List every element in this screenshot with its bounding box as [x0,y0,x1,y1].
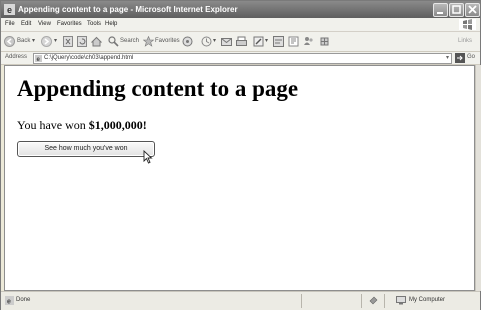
browser-window: e Appending content to a page - Microsof… [0,0,481,310]
status-bar: e Done My Computer [1,291,480,310]
maximize-button[interactable] [449,3,464,17]
menu-file[interactable]: File [5,21,15,27]
back-dropdown-icon[interactable]: ▾ [32,37,35,44]
history-dropdown-icon[interactable]: ▾ [213,37,216,44]
menu-tools[interactable]: Tools [87,21,101,27]
go-button[interactable]: Go [467,54,475,60]
menu-bar: File Edit View Favorites Tools Help [1,18,480,32]
close-icon [468,5,477,14]
status-divider [301,294,302,308]
media-icon[interactable] [182,36,193,47]
win-amount: $1,000,000! [88,118,147,132]
stop-icon[interactable] [63,36,73,47]
links-button[interactable]: Links [458,38,472,44]
address-dropdown-icon[interactable]: ▾ [446,54,449,61]
page-heading: Appending content to a page [17,76,299,101]
discuss-icon[interactable] [273,36,284,47]
menu-view[interactable]: View [38,21,51,27]
win-message-prefix: You have won [17,118,89,132]
address-field[interactable]: e C:\jQuery\code\ch03\append.html ▾ [33,53,452,64]
mouse-cursor-icon [143,150,153,164]
back-arrow-icon[interactable] [4,36,15,47]
status-divider [384,294,385,308]
done-page-icon: e [5,296,14,305]
favorites-button[interactable]: Favorites [155,38,180,44]
history-icon[interactable] [201,36,212,47]
address-url: C:\jQuery\code\ch03\append.html [44,55,134,61]
internet-explorer-icon: e [4,4,15,15]
win-message: You have won $1,000,000! [17,118,147,133]
go-arrow-icon[interactable] [455,53,465,63]
see-winnings-button[interactable]: See how much you've won [17,141,155,157]
maximize-icon [452,5,461,14]
minimize-icon [437,12,443,14]
my-computer-icon [396,296,406,305]
home-icon[interactable] [91,36,102,47]
mail-icon[interactable] [221,36,232,47]
forward-arrow-icon[interactable] [41,36,52,47]
messenger-icon[interactable] [303,36,314,47]
svg-text:e: e [7,5,12,15]
favorites-star-icon[interactable] [143,36,154,47]
print-icon[interactable] [236,36,247,47]
address-bar: Address e C:\jQuery\code\ch03\append.htm… [1,52,480,65]
status-text: Done [16,297,31,303]
menu-help[interactable]: Help [105,21,117,27]
search-button[interactable]: Search [120,38,139,44]
vertical-scrollbar[interactable] [475,65,481,291]
page-viewport: Appending content to a page You have won… [4,65,475,291]
windows-logo-icon [459,19,476,30]
menu-edit[interactable]: Edit [21,21,31,27]
page-icon: e [35,55,42,62]
edit-dropdown-icon[interactable]: ▾ [265,37,268,44]
svg-text:e: e [7,299,11,306]
status-divider [361,294,362,308]
back-button[interactable]: Back [17,38,30,44]
close-button[interactable] [465,3,480,17]
address-label: Address [5,54,28,60]
search-icon[interactable] [108,36,119,47]
window-title: Appending content to a page - Microsoft … [18,5,238,14]
refresh-icon[interactable] [77,36,87,47]
security-icon [369,296,378,305]
research-icon[interactable] [288,36,299,47]
title-bar: e Appending content to a page - Microsof… [1,1,480,18]
toolbar: Back ▾ ▾ Search Favorites ▾ ▾ Links [1,32,480,52]
zone-label: My Computer [409,297,446,303]
menu-favorites[interactable]: Favorites [57,21,82,27]
extras-icon[interactable] [319,36,330,47]
minimize-button[interactable] [433,3,448,17]
forward-dropdown-icon[interactable]: ▾ [54,37,57,44]
edit-icon[interactable] [253,36,264,47]
